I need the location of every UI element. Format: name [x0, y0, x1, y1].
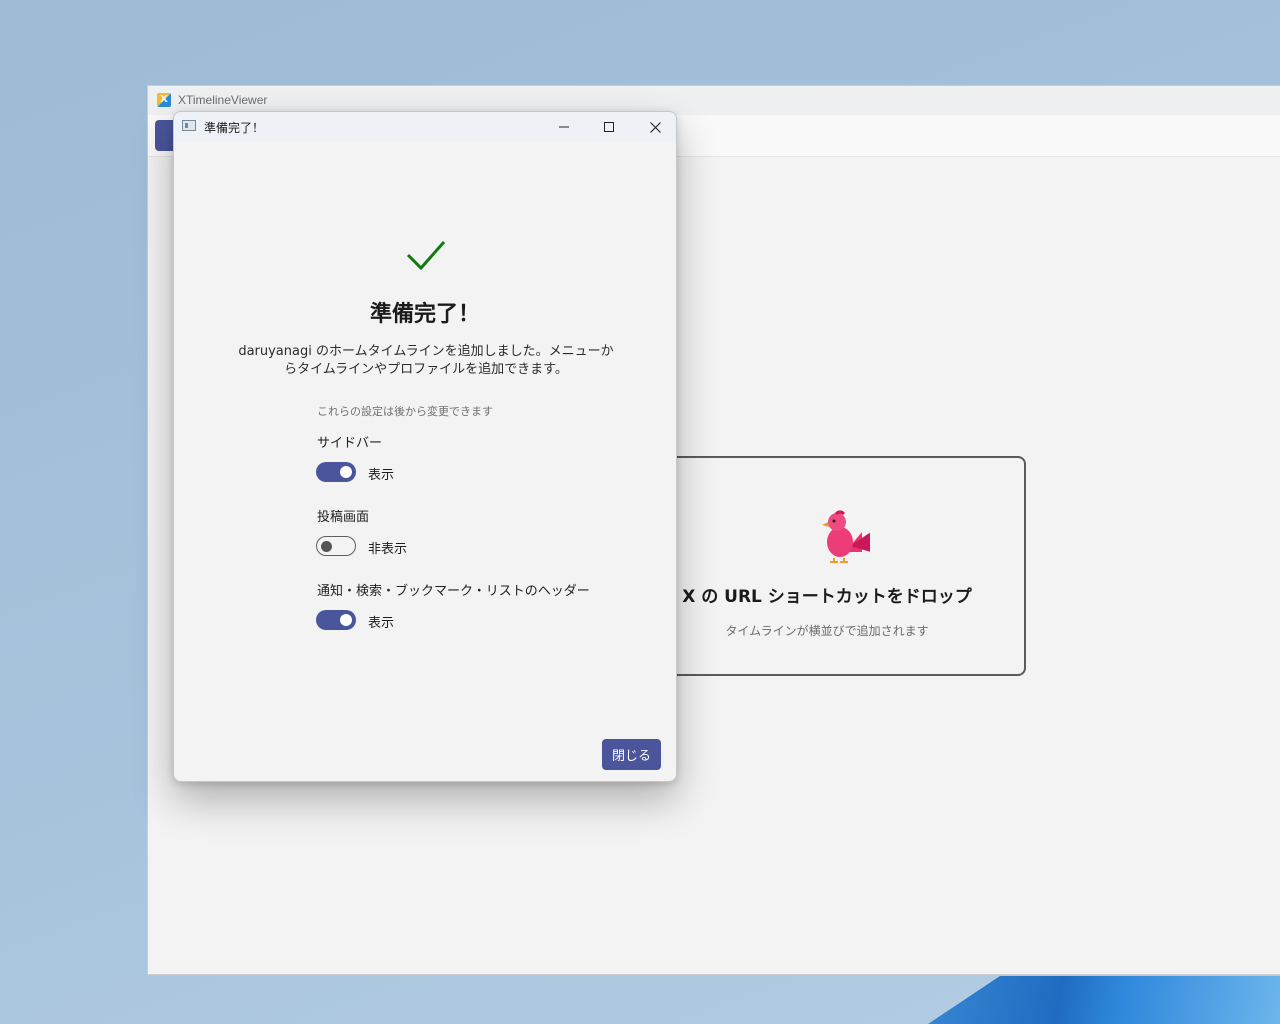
toggle-knob [340, 466, 352, 478]
desktop-wallpaper-accent [928, 976, 1280, 1024]
dialog-message: daruyanagi のホームタイムラインを追加しました。メニューからタイムライ… [238, 344, 614, 377]
setting-label-headers: 通知・検索・ブックマーク・リストのヘッダー [317, 584, 590, 599]
bird-icon [822, 510, 870, 563]
maximize-button[interactable] [586, 112, 632, 142]
toggle-knob [321, 540, 332, 552]
maximize-icon [604, 122, 614, 132]
app-icon: X [157, 93, 171, 107]
settings-note: これらの設定は後から変更できます [317, 405, 493, 418]
dialog-titlebar[interactable]: 準備完了！ [174, 112, 676, 142]
check-icon [406, 241, 446, 271]
headers-toggle[interactable] [316, 610, 356, 630]
dialog-window-title: 準備完了！ [204, 121, 265, 135]
close-window-button[interactable] [632, 112, 676, 142]
setting-label-sidebar: サイドバー [317, 436, 383, 451]
minimize-button[interactable] [541, 112, 587, 142]
sidebar-toggle[interactable] [316, 462, 356, 482]
window-icon [182, 120, 196, 131]
main-window-title: XTimelineViewer [178, 93, 268, 107]
close-button[interactable]: 閉じる [602, 739, 661, 770]
headers-toggle-state: 表示 [368, 616, 395, 631]
toggle-knob [340, 614, 352, 626]
minimize-icon [559, 126, 569, 128]
setting-label-post-pane: 投稿画面 [317, 510, 370, 525]
post-pane-toggle[interactable] [316, 536, 356, 556]
drop-zone-title: X の URL ショートカットをドロップ [682, 587, 972, 607]
sidebar-toggle-state: 表示 [368, 468, 395, 483]
close-icon [649, 121, 661, 133]
post-pane-toggle-state: 非表示 [368, 542, 408, 557]
drop-zone-subtitle: タイムラインが横並びで追加されます [725, 624, 929, 638]
setup-dialog: 準備完了！ 準備完了！ daruyanagi のホームタイムラインを追加しました… [173, 111, 677, 782]
drop-zone[interactable]: X の URL ショートカットをドロップ タイムラインが横並びで追加されます [628, 456, 1026, 676]
dialog-heading: 準備完了！ [369, 302, 480, 327]
